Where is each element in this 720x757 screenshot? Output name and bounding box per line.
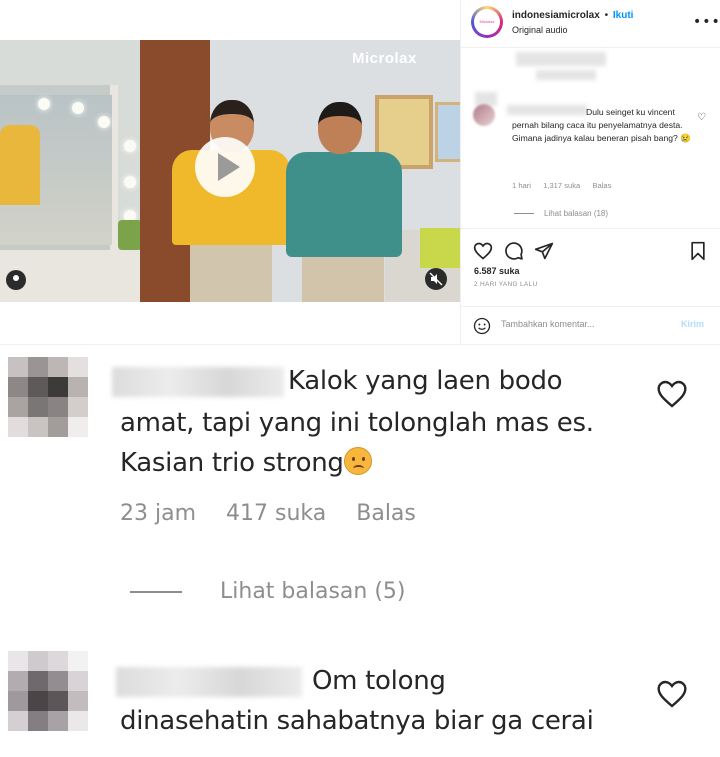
send-button[interactable]: Kirim — [681, 319, 704, 329]
heart-icon[interactable] — [656, 379, 688, 409]
avatar[interactable] — [8, 357, 88, 437]
comment-time: 23 jam — [120, 501, 197, 526]
blurred-caption — [516, 52, 606, 66]
reply-button[interactable]: Balas — [356, 501, 416, 526]
avatar[interactable] — [473, 104, 495, 126]
share-icon[interactable] — [534, 241, 554, 261]
audio-label[interactable]: Original audio — [512, 25, 568, 35]
sad-emoji-icon — [343, 447, 372, 475]
account-name[interactable]: indonesiamicrolax — [512, 10, 600, 21]
post-header: Microlax indonesiamicrolax • Ikuti Origi… — [461, 0, 720, 48]
blurred-username — [116, 667, 302, 697]
comment-text-segment: Kasian trio strong — [120, 448, 344, 478]
view-replies[interactable]: Lihat balasan (5) — [130, 579, 406, 604]
post-actions: 6.587 suka 2 HARI YANG LALU — [461, 228, 720, 298]
heart-icon[interactable] — [473, 241, 493, 261]
comment-likes[interactable]: 1,317 suka — [543, 181, 580, 190]
add-comment-bar: Kirim — [461, 306, 720, 344]
account-avatar[interactable]: Microlax — [471, 6, 503, 38]
comment-icon[interactable] — [504, 241, 524, 261]
comment-meta: 23 jam 417 suka Balas — [120, 501, 446, 526]
blurred-caption — [536, 70, 596, 80]
scene-pillow — [420, 228, 460, 268]
scene-plant — [118, 220, 142, 250]
more-icon[interactable]: ••• — [693, 14, 720, 30]
zoomed-comments: Kalok yang laen bodo amat, tapi yang ini… — [0, 344, 720, 757]
bookmark-icon[interactable] — [689, 241, 707, 261]
avatar-logo: Microlax — [474, 9, 500, 35]
brand-watermark: Microlax — [352, 50, 417, 67]
comment-meta: 1 hari 1,317 suka Balas — [512, 181, 621, 190]
comment-text-line: dinasehatin sahabatnya biar ga cerai — [120, 706, 594, 736]
post-date: 2 HARI YANG LALU — [474, 281, 538, 288]
comment-time: 1 hari — [512, 181, 531, 190]
emoji-icon[interactable] — [473, 317, 491, 335]
comment-text-line: Kalok yang laen bodo — [288, 366, 563, 396]
view-replies-label[interactable]: Lihat balasan (18) — [544, 209, 608, 218]
view-replies[interactable]: Lihat balasan (18) — [514, 209, 608, 218]
instagram-post: Microlax Microlax indonesiamicrolax • Ik… — [0, 0, 720, 344]
comment-text: Dulu seinget ku vincent pernah bilang ca… — [512, 107, 691, 143]
comment-text-line: Om tolong — [312, 666, 446, 696]
replies-line — [514, 213, 534, 215]
comment-text-line: amat, tapi yang ini tolonglah mas es. — [120, 408, 594, 438]
blurred-username — [112, 367, 284, 397]
account-line: indonesiamicrolax • Ikuti — [512, 10, 633, 21]
heart-icon[interactable]: ♡ — [697, 112, 706, 123]
likes-count[interactable]: 6.587 suka — [474, 266, 520, 276]
scene-reflection — [0, 125, 40, 205]
reply-button[interactable]: Balas — [592, 181, 611, 190]
scene-picture-frame — [435, 102, 460, 162]
play-icon[interactable] — [195, 137, 255, 197]
person-yellow-shirt — [172, 100, 292, 302]
replies-line — [130, 591, 182, 593]
user-tag-icon[interactable] — [6, 270, 26, 290]
video-player[interactable]: Microlax — [0, 40, 460, 302]
separator: • — [604, 10, 609, 21]
avatar[interactable] — [8, 651, 88, 731]
mute-icon[interactable] — [425, 268, 447, 290]
comment-likes[interactable]: 417 suka — [226, 501, 326, 526]
person-teal-sweater — [286, 102, 404, 302]
view-replies-label[interactable]: Lihat balasan (5) — [220, 579, 406, 604]
comment-input[interactable] — [501, 319, 671, 329]
comment-text-line: Kasian trio strong — [120, 443, 372, 483]
post-sidebar: Microlax indonesiamicrolax • Ikuti Origi… — [460, 0, 720, 344]
follow-button[interactable]: Ikuti — [613, 10, 634, 21]
heart-icon[interactable] — [656, 679, 688, 709]
